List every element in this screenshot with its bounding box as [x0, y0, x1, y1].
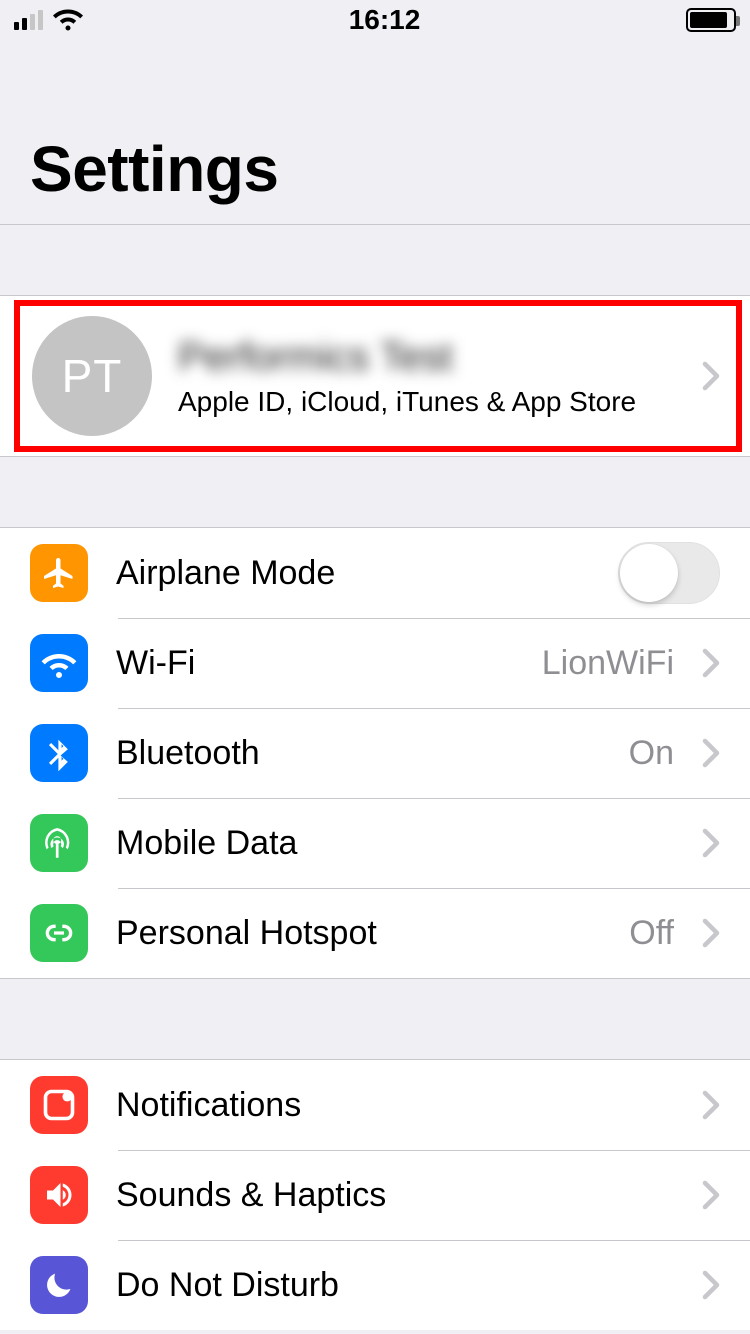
bluetooth-detail: On	[629, 734, 674, 773]
account-name: Performics Test	[178, 335, 676, 380]
chevron-right-icon	[702, 918, 720, 948]
battery-icon	[686, 8, 736, 32]
speaker-icon	[30, 1166, 88, 1224]
bluetooth-icon	[30, 724, 88, 782]
sounds-label: Sounds & Haptics	[116, 1176, 674, 1215]
apple-id-row[interactable]: PT Performics Test Apple ID, iCloud, iTu…	[0, 296, 750, 456]
chevron-right-icon	[702, 361, 720, 391]
bluetooth-label: Bluetooth	[116, 734, 601, 773]
airplane-icon	[30, 544, 88, 602]
chevron-right-icon	[702, 1090, 720, 1120]
notifications-label: Notifications	[116, 1086, 674, 1125]
airplane-mode-row[interactable]: Airplane Mode	[0, 528, 750, 618]
account-section: PT Performics Test Apple ID, iCloud, iTu…	[0, 295, 750, 457]
moon-icon	[30, 1256, 88, 1314]
notifications-icon	[30, 1076, 88, 1134]
do-not-disturb-row[interactable]: Do Not Disturb	[0, 1240, 750, 1330]
antenna-icon	[30, 814, 88, 872]
cellular-signal-icon	[14, 10, 43, 30]
hotspot-icon	[30, 904, 88, 962]
status-left	[14, 9, 83, 31]
chevron-right-icon	[702, 1180, 720, 1210]
wifi-icon	[53, 9, 83, 31]
status-bar: 16:12	[0, 0, 750, 40]
page-title: Settings	[30, 132, 720, 206]
prefs-section: Notifications Sounds & Haptics Do Not Di…	[0, 1059, 750, 1330]
wifi-settings-icon	[30, 634, 88, 692]
wifi-detail: LionWiFi	[542, 644, 674, 683]
status-right	[686, 8, 736, 32]
avatar: PT	[32, 316, 152, 436]
network-section: Airplane Mode Wi-Fi LionWiFi Bluetooth O…	[0, 527, 750, 979]
airplane-mode-switch[interactable]	[618, 542, 720, 604]
personal-hotspot-detail: Off	[629, 914, 674, 953]
do-not-disturb-label: Do Not Disturb	[116, 1266, 674, 1305]
personal-hotspot-row[interactable]: Personal Hotspot Off	[0, 888, 750, 978]
airplane-mode-label: Airplane Mode	[116, 554, 590, 593]
account-text-block: Performics Test Apple ID, iCloud, iTunes…	[178, 335, 676, 418]
chevron-right-icon	[702, 828, 720, 858]
wifi-label: Wi-Fi	[116, 644, 514, 683]
mobile-data-row[interactable]: Mobile Data	[0, 798, 750, 888]
wifi-row[interactable]: Wi-Fi LionWiFi	[0, 618, 750, 708]
notifications-row[interactable]: Notifications	[0, 1060, 750, 1150]
status-time: 16:12	[349, 4, 421, 36]
chevron-right-icon	[702, 738, 720, 768]
page-header: Settings	[0, 40, 750, 224]
chevron-right-icon	[702, 1270, 720, 1300]
mobile-data-label: Mobile Data	[116, 824, 674, 863]
personal-hotspot-label: Personal Hotspot	[116, 914, 601, 953]
account-subtitle: Apple ID, iCloud, iTunes & App Store	[178, 386, 676, 418]
chevron-right-icon	[702, 648, 720, 678]
bluetooth-row[interactable]: Bluetooth On	[0, 708, 750, 798]
sounds-row[interactable]: Sounds & Haptics	[0, 1150, 750, 1240]
